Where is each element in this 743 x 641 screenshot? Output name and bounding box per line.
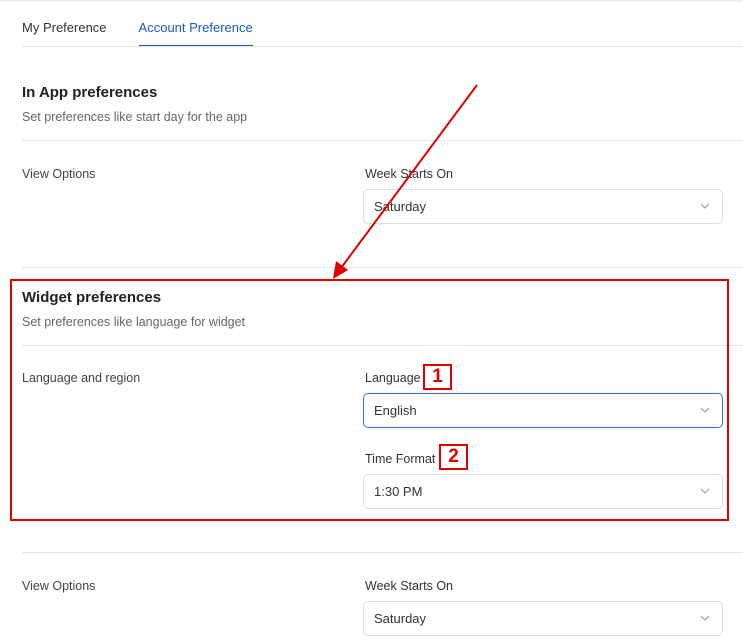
week-starts-select-lower[interactable]: Saturday <box>363 601 723 636</box>
week-starts-label-lower: Week Starts On <box>365 579 453 593</box>
chevron-down-icon <box>700 615 710 621</box>
chevron-down-icon <box>700 203 710 209</box>
in-app-subtitle: Set preferences like start day for the a… <box>22 110 248 124</box>
section-divider <box>22 267 743 268</box>
view-options-label: View Options <box>22 167 96 181</box>
tabs-divider <box>22 46 743 47</box>
section-divider-lower <box>22 552 743 553</box>
week-starts-label: Week Starts On <box>365 167 453 181</box>
tab-account-preference[interactable]: Account Preference <box>138 0 253 47</box>
preference-tabs: My Preference Account Preference <box>22 0 285 47</box>
tab-my-preference[interactable]: My Preference <box>22 0 107 47</box>
in-app-divider <box>22 140 743 141</box>
view-options-label-lower: View Options <box>22 579 96 593</box>
week-starts-select[interactable]: Saturday <box>363 189 723 224</box>
week-starts-value: Saturday <box>374 199 427 214</box>
highlight-box <box>10 279 729 521</box>
week-starts-value-lower: Saturday <box>374 611 427 626</box>
in-app-title: In App preferences <box>22 84 158 101</box>
annotation-badge-2: 2 <box>439 444 468 470</box>
annotation-badge-1: 1 <box>423 364 452 390</box>
